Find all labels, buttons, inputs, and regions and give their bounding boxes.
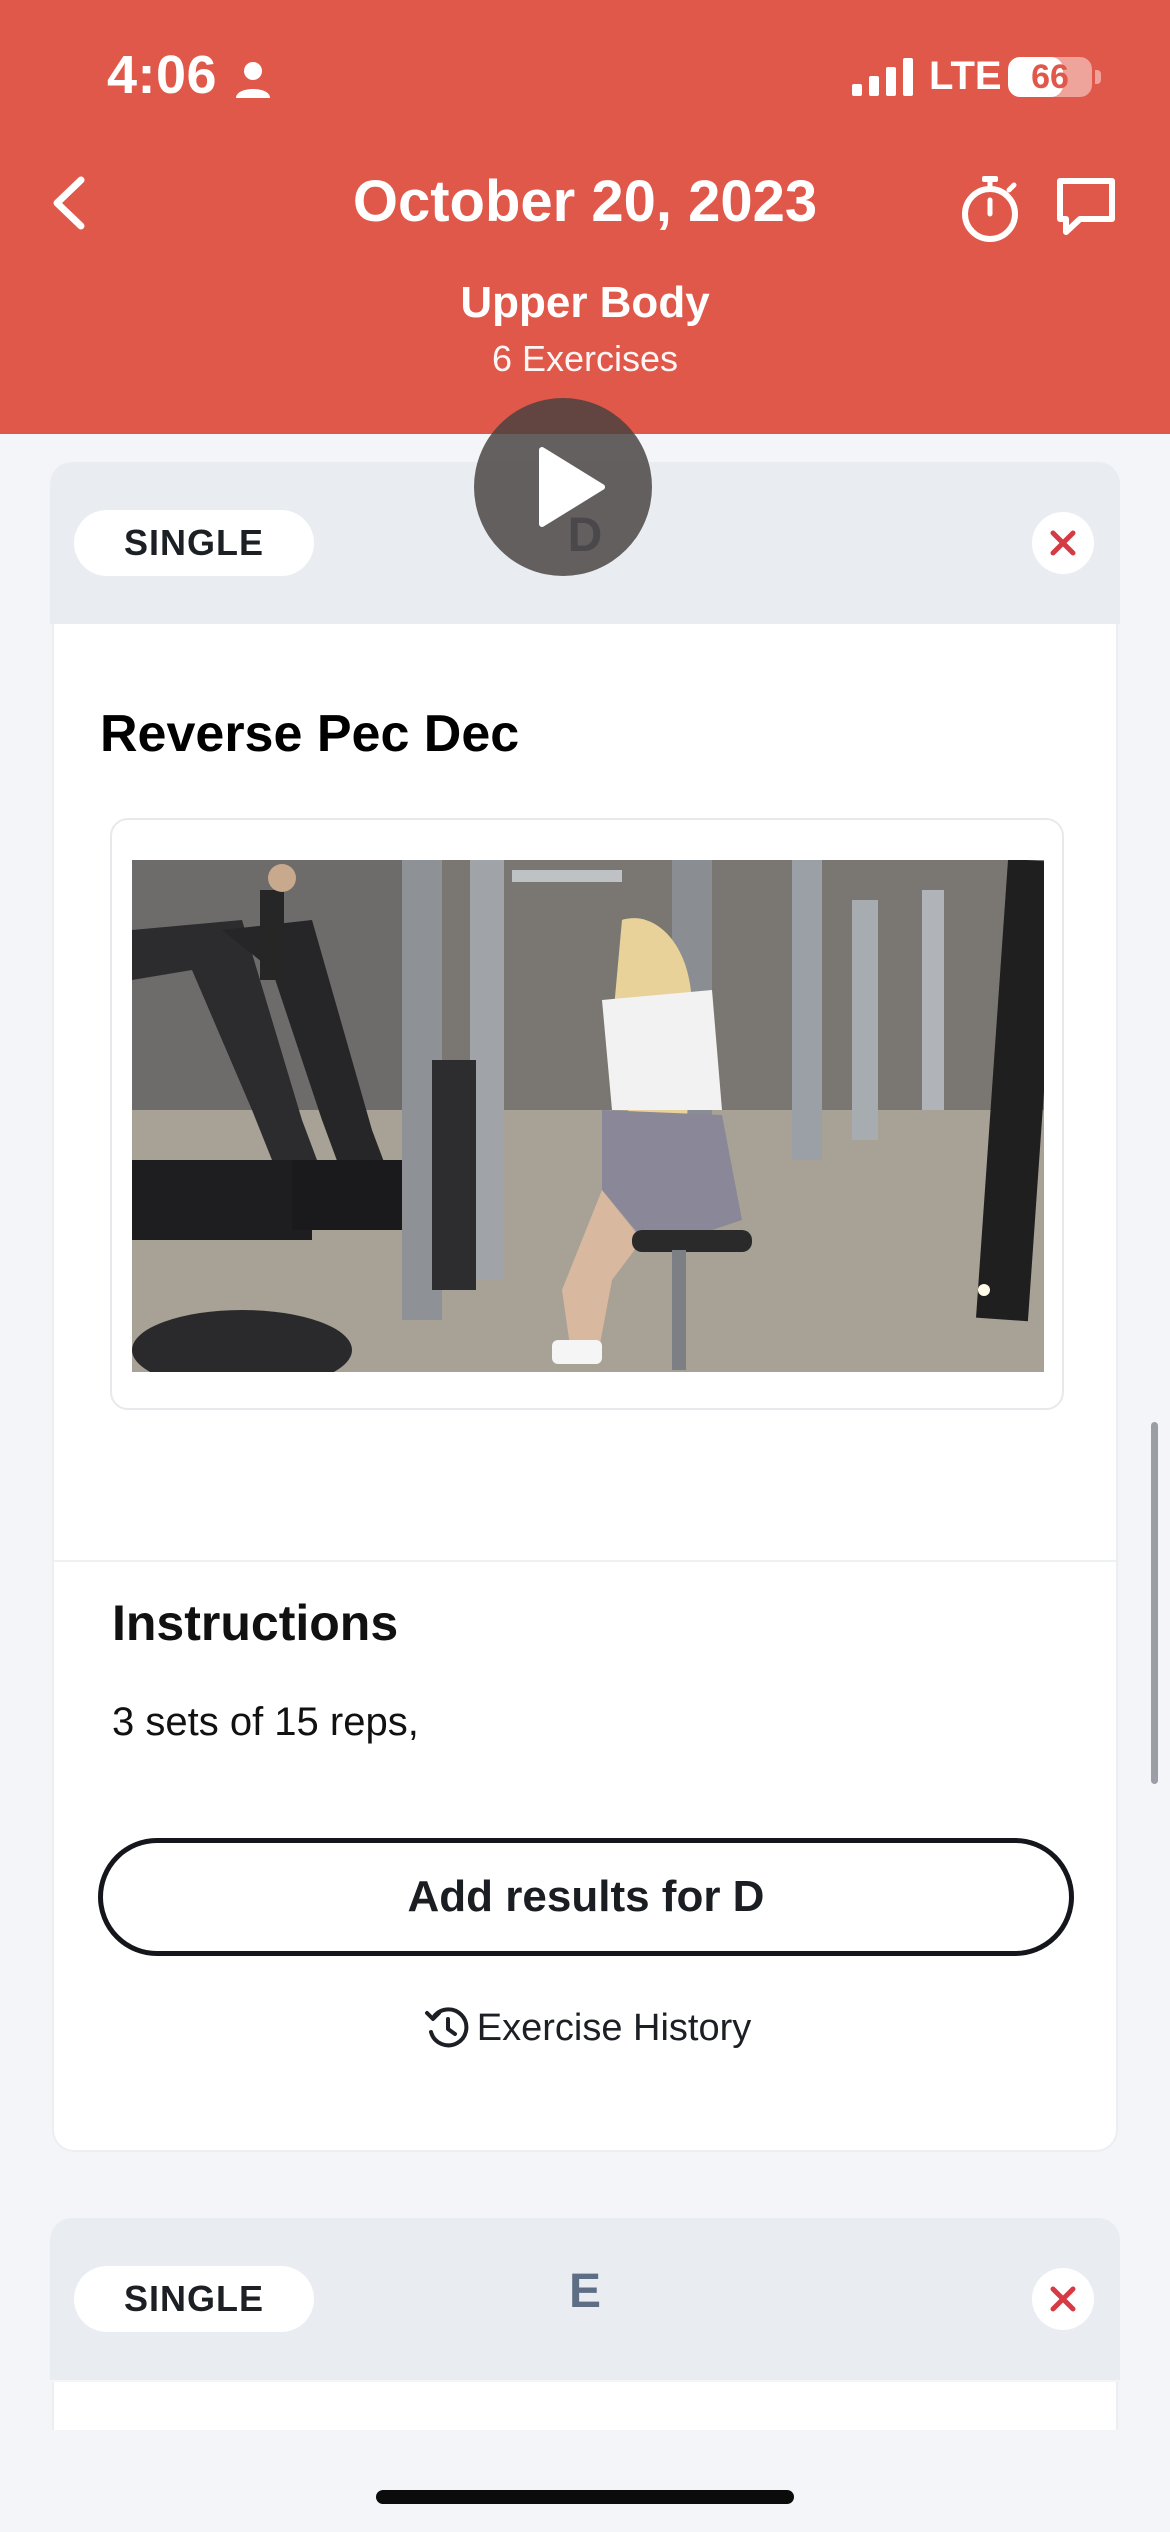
close-icon	[1050, 2286, 1076, 2312]
battery-icon: 66	[1008, 57, 1092, 97]
history-icon	[424, 2007, 469, 2048]
video-container	[110, 818, 1064, 1410]
scrollbar[interactable]	[1151, 1422, 1158, 1784]
gym-scene-illustration	[132, 860, 1044, 1372]
section-divider	[54, 1560, 1116, 1562]
battery-level: 66	[1031, 57, 1069, 96]
person-icon	[236, 62, 270, 98]
exercise-card-body	[52, 2382, 1118, 2430]
exercise-history-label: Exercise History	[476, 2006, 752, 2049]
add-results-button[interactable]: Add results for D	[98, 1838, 1074, 1956]
exercise-count: 6 Exercises	[491, 338, 679, 379]
status-time: 4:06	[107, 45, 218, 105]
workout-header: 4:06 LTE 66 October 20, 2023 Upper Body …	[0, 0, 1170, 434]
play-icon	[539, 447, 605, 527]
workout-name: Upper Body	[460, 278, 710, 327]
home-indicator[interactable]	[376, 2490, 794, 2504]
instructions-text: 3 sets of 15 reps,	[112, 1700, 419, 1744]
stopwatch-icon[interactable]	[958, 174, 1022, 244]
chat-bubble-icon[interactable]	[1054, 175, 1118, 239]
exercise-video-thumbnail[interactable]	[132, 860, 1044, 1372]
exercise-type-badge: SINGLE	[74, 510, 314, 576]
battery-cap	[1095, 70, 1101, 84]
instructions-heading: Instructions	[112, 1595, 399, 1651]
network-type: LTE	[929, 54, 1002, 98]
remove-exercise-button[interactable]	[1032, 512, 1094, 574]
exercise-name: Reverse Pec Dec	[100, 705, 520, 763]
exercise-card-body: Reverse Pec Dec Instructions 3 sets of 1…	[52, 624, 1118, 2152]
play-video-button[interactable]	[474, 398, 652, 576]
exercise-history-link[interactable]: Exercise History	[54, 2004, 1120, 2052]
status-bar: 4:06 LTE 66	[0, 0, 1170, 150]
exercise-type-badge: SINGLE	[74, 2266, 314, 2332]
remove-exercise-button[interactable]	[1032, 2268, 1094, 2330]
exercise-card-header: SINGLE E	[50, 2218, 1120, 2380]
cellular-signal-icon	[852, 58, 913, 96]
close-icon	[1050, 530, 1076, 556]
chevron-left-icon[interactable]	[45, 170, 95, 236]
